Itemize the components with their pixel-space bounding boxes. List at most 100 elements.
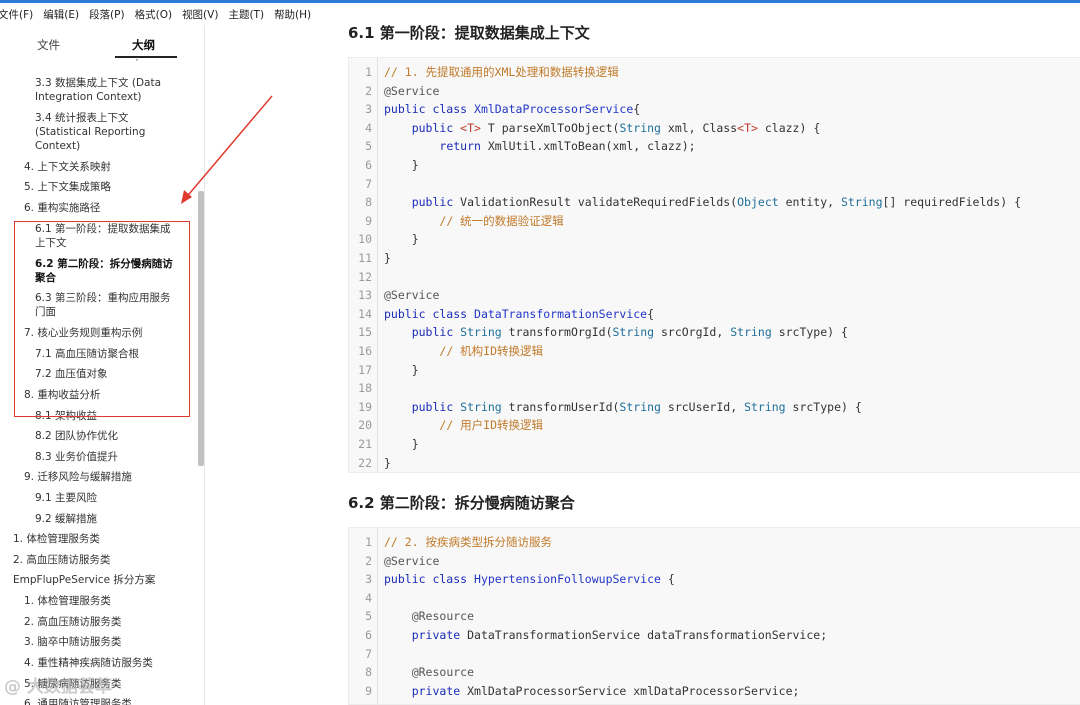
outline-item[interactable]: 2. 高血压随访服务类 [13, 553, 110, 567]
outline-item[interactable]: 9.1 主要风险 [35, 491, 97, 505]
code-token: @Resource [411, 665, 475, 680]
outline-item[interactable]: Dimension Context) [35, 59, 139, 63]
line-number: 7 [365, 646, 372, 661]
code-text: // 统一的数据验证逻辑 [384, 212, 564, 231]
code-line: 6 } [349, 156, 1079, 175]
code-line: 8 @Resource [349, 663, 1079, 682]
outline-item[interactable]: 1. 体检管理服务类 [13, 532, 100, 546]
code-token: Object [737, 195, 779, 210]
code-token: String [744, 399, 786, 414]
line-number: 20 [358, 418, 372, 433]
outline-item[interactable]: 4. 上下文关系映射 [24, 160, 111, 174]
code-token: srcUserId, [660, 399, 745, 414]
code-token: srcOrgId, [654, 325, 731, 340]
tab-outline[interactable]: 大纲 [132, 37, 155, 53]
code-line: 5 @Resource [349, 607, 1079, 626]
section-heading: 6.1 第一阶段：提取数据集成上下文 [348, 24, 590, 42]
outline-item[interactable]: 6. 通用随访管理服务类 [24, 697, 132, 705]
code-text: public class HypertensionFollowupService… [384, 570, 675, 589]
menu-file[interactable]: 文件(F) [0, 7, 38, 22]
code-text: public class DataTransformationService{ [384, 305, 654, 324]
sidebar-scrollbar[interactable] [198, 191, 204, 466]
code-text: @Resource [384, 607, 474, 626]
line-number: 6 [365, 158, 372, 172]
outline-item[interactable]: 1. 体检管理服务类 [24, 594, 111, 608]
code-text: public <T> T parseXmlToObject(String xml… [384, 119, 821, 138]
code-token: public [411, 325, 461, 340]
code-token: String [730, 325, 772, 340]
code-text: private DataTransformationService dataTr… [384, 626, 827, 645]
code-text: // 用户ID转换逻辑 [384, 416, 543, 435]
code-line: 11} [349, 249, 1079, 268]
code-text: public class XmlDataProcessorService{ [384, 100, 640, 119]
sidebar-tabs: 文件 大纲 [0, 25, 204, 59]
code-line: 15 public String transformOrgId(String s… [349, 323, 1079, 342]
code-token: @Service [384, 83, 440, 98]
code-token: String [619, 120, 661, 135]
code-text: public String transformUserId(String src… [384, 398, 862, 417]
code-line: 7 [349, 175, 1079, 194]
code-token: HypertensionFollowupService [474, 572, 661, 587]
line-number: 3 [365, 572, 372, 587]
code-text: } [384, 156, 419, 175]
outline-item[interactable]: EmpFlupPeService 拆分方案 [13, 573, 155, 587]
line-number: 8 [365, 665, 372, 680]
outline-item[interactable]: 5. 上下文集成策略 [24, 180, 111, 194]
line-number: 9 [365, 683, 372, 698]
menu-format[interactable]: 格式(O) [130, 7, 177, 22]
line-number: 5 [365, 139, 372, 154]
code-token: public class [384, 306, 475, 321]
code-token: [] requiredFields) { [882, 195, 1022, 210]
outline-item[interactable]: 4. 重性精神疾病随访服务类 [24, 656, 153, 670]
menu-help[interactable]: 帮助(H) [269, 7, 316, 22]
outline-item[interactable]: 3.4 统计报表上下文 (Statistical Reporting Conte… [35, 111, 145, 153]
outline-item[interactable]: 3.3 数据集成上下文 (Data Integration Context) [35, 76, 161, 104]
line-number: 2 [365, 83, 372, 98]
code-token: @Resource [411, 609, 475, 624]
menu-view[interactable]: 视图(V) [177, 7, 223, 22]
code-text: private XmlDataProcessorService xmlDataP… [384, 682, 800, 701]
outline-item[interactable]: 6. 重构实施路径 [24, 201, 100, 215]
code-text: // 1. 先提取通用的XML处理和数据转换逻辑 [384, 63, 619, 82]
code-token: // 统一的数据验证逻辑 [439, 213, 564, 228]
outline-item[interactable]: 8.2 团队协作优化 [35, 429, 118, 443]
outline-item[interactable]: 3. 脑卒中随访服务类 [24, 635, 121, 649]
line-number: 4 [365, 590, 372, 605]
menu-edit[interactable]: 编辑(E) [38, 7, 84, 22]
code-line: 18 [349, 379, 1079, 398]
outline-item[interactable]: 9. 迁移风险与缓解措施 [24, 470, 132, 484]
code-token: XmlDataProcessorService [474, 102, 634, 117]
code-token: public [411, 195, 461, 210]
code-token: } [384, 158, 419, 172]
menu-paragraph[interactable]: 段落(P) [84, 7, 130, 22]
menu-theme[interactable]: 主题(T) [223, 7, 269, 22]
sidebar: 文件 大纲 Dimension Context) 3.3 数据集成上下文 (Dat… [0, 25, 205, 705]
outline-item[interactable]: 8.3 业务价值提升 [35, 450, 118, 464]
code-token: transformUserId( [501, 399, 620, 414]
code-text: @Resource [384, 663, 474, 682]
outline-item[interactable]: 9.2 缓解措施 [35, 512, 97, 526]
code-token: public [411, 120, 461, 135]
code-token: // 2. 按疾病类型拆分随访服务 [384, 535, 553, 549]
code-text: @Service [384, 286, 439, 305]
line-number: 19 [358, 399, 372, 414]
code-line: 16 // 机构ID转换逻辑 [349, 342, 1079, 361]
line-number: 16 [358, 344, 372, 358]
line-number: 4 [365, 120, 372, 135]
tab-files[interactable]: 文件 [37, 37, 60, 53]
code-block[interactable]: 1 // 2. 按疾病类型拆分随访服务 2 @Service 3 public class… [348, 527, 1080, 705]
outline-item[interactable]: 2. 高血压随访服务类 [24, 615, 121, 629]
code-block[interactable]: 1 // 1. 先提取通用的XML处理和数据转换逻辑 2 @Service 3 publi… [348, 57, 1080, 473]
code-text: // 机构ID转换逻辑 [384, 342, 543, 361]
line-number: 8 [365, 195, 372, 210]
